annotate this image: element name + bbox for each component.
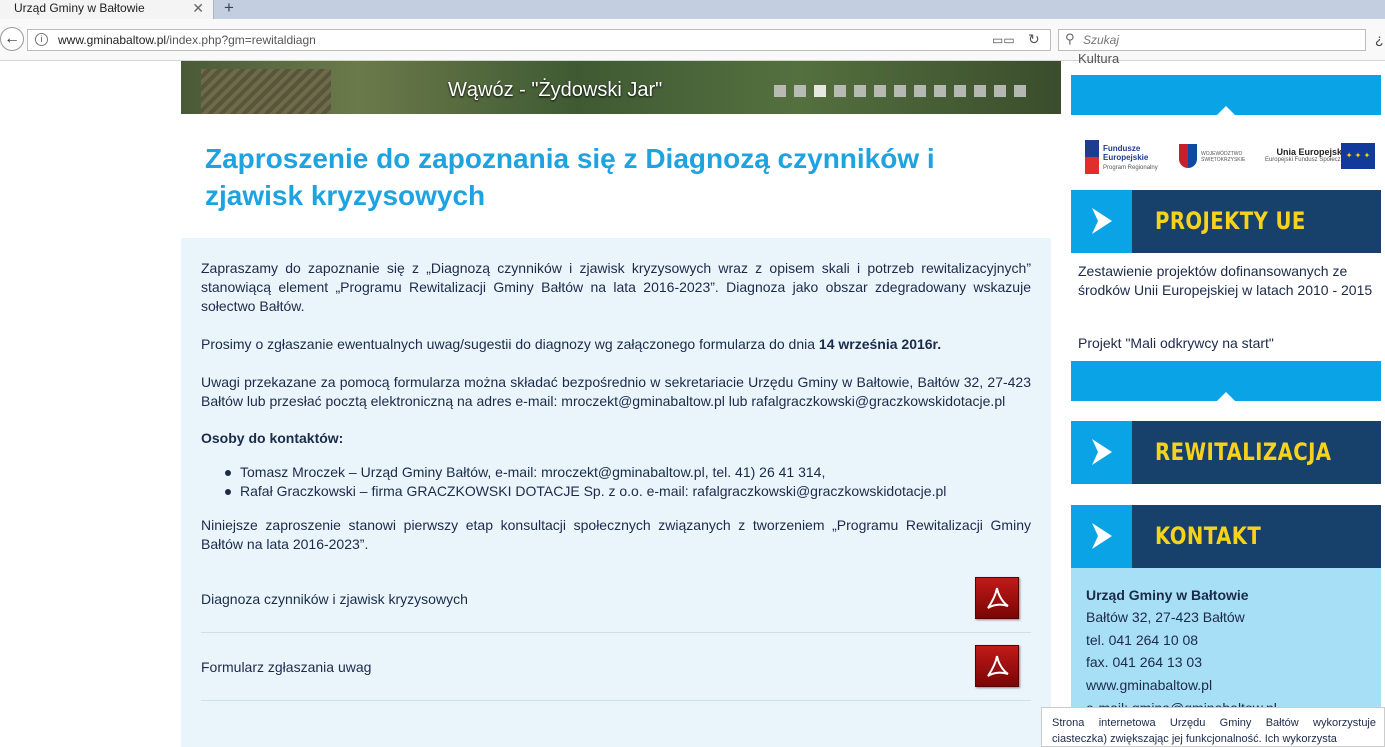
fundusze-title: Fundusze Europejskie bbox=[1103, 144, 1149, 162]
address-bar[interactable]: i www.gminabaltow.pl/index.php?gm=rewita… bbox=[27, 29, 1051, 51]
banner-caption: Wąwóz - "Żydowski Jar" bbox=[448, 79, 663, 101]
browser-tab[interactable]: Urząd Gminy w Bałtowie ✕ bbox=[0, 0, 214, 19]
deadline-date: 14 września 2016r. bbox=[818, 336, 942, 352]
info-icon[interactable]: i bbox=[35, 33, 48, 46]
sidebar-item-kultura[interactable]: Kultura bbox=[1078, 51, 1119, 66]
document-label[interactable]: Diagnoza czynników i zjawisk kryzysowych bbox=[201, 591, 468, 607]
sidebar-heading-label: KONTAKT bbox=[1155, 522, 1262, 550]
url-host: www.gminabaltow.pl bbox=[58, 33, 167, 47]
document-label[interactable]: Formularz zgłaszania uwag bbox=[201, 659, 371, 675]
document-row-formularz[interactable]: Formularz zgłaszania uwag bbox=[201, 633, 1031, 701]
cookie-notice: Strona internetowa Urzędu Gminy Bałtów w… bbox=[1041, 707, 1385, 747]
slide-dot[interactable] bbox=[934, 85, 946, 97]
slide-dot[interactable] bbox=[954, 85, 966, 97]
ue-logo-text: Unia Europejska Europejski Fundusz Społe… bbox=[1257, 147, 1347, 163]
banner-slideshow[interactable]: Wąwóz - "Żydowski Jar" bbox=[181, 61, 1061, 114]
pdf-download-icon[interactable] bbox=[975, 645, 1019, 687]
region-crest-icon bbox=[1179, 144, 1197, 168]
slide-dots bbox=[774, 85, 1026, 97]
sidebar-heading-label: REWITALIZACJA bbox=[1155, 438, 1332, 466]
overflow-icon[interactable]: ¿ bbox=[1375, 31, 1384, 47]
region-name: WOJEWÓDZTWO ŚWIĘTOKRZYSKIE bbox=[1201, 151, 1246, 163]
nav-bar: ← i www.gminabaltow.pl/index.php?gm=rewi… bbox=[0, 19, 1385, 61]
sidebar-heading-kontakt[interactable]: KONTAKT bbox=[1071, 505, 1381, 568]
divider-notch bbox=[1217, 392, 1235, 401]
sidebar-heading-label: PROJEKTY UE bbox=[1155, 207, 1306, 235]
slide-dot[interactable] bbox=[1014, 85, 1026, 97]
url-path: /index.php?gm=rewitaldiagn bbox=[166, 33, 316, 47]
contact-address: Bałtów 32, 27-423 Bałtów bbox=[1086, 609, 1245, 625]
contact-phone: tel. 041 264 10 08 bbox=[1086, 632, 1199, 648]
slide-dot[interactable] bbox=[794, 85, 806, 97]
fundusze-logo-text: Fundusze Europejskie Program Regionalny bbox=[1103, 144, 1158, 173]
slide-dot[interactable] bbox=[974, 85, 986, 97]
eu-logos: Fundusze Europejskie Program Regionalny … bbox=[1071, 132, 1381, 184]
contact-list: Tomasz Mroczek – Urząd Gminy Bałtów, e-m… bbox=[225, 463, 946, 501]
tab-title: Urząd Gminy w Bałtowie bbox=[14, 1, 145, 15]
tab-bar: Urząd Gminy w Bałtowie ✕ + bbox=[0, 0, 1385, 19]
banner-image bbox=[201, 69, 331, 114]
sidebar-heading-rewitalizacja[interactable]: REWITALIZACJA bbox=[1071, 421, 1381, 484]
reload-icon[interactable]: ↻ bbox=[1028, 31, 1040, 48]
new-tab-icon[interactable]: + bbox=[224, 0, 234, 18]
contact-fax: fax. 041 264 13 03 bbox=[1086, 654, 1202, 670]
divider-notch bbox=[1217, 106, 1235, 115]
close-icon[interactable]: ✕ bbox=[192, 0, 204, 17]
list-item: Tomasz Mroczek – Urząd Gminy Bałtów, e-m… bbox=[225, 463, 946, 482]
closing-paragraph: Niniejsze zaproszenie stanowi pierwszy e… bbox=[201, 517, 1031, 552]
ue-title: Unia Europejska bbox=[1276, 147, 1347, 157]
contacts-label: Osoby do kontaktów: bbox=[201, 430, 344, 446]
search-input[interactable]: ⚲ Szukaj bbox=[1058, 29, 1366, 51]
slide-dot[interactable] bbox=[994, 85, 1006, 97]
deadline-text: Prosimy o zgłaszanie ewentualnych uwag/s… bbox=[201, 336, 819, 352]
sidebar-link-mali-odkrywcy[interactable]: Projekt "Mali odkrywcy na start" bbox=[1078, 334, 1378, 353]
contact-website[interactable]: www.gminabaltow.pl bbox=[1086, 677, 1212, 693]
document-row-diagnoza[interactable]: Diagnoza czynników i zjawisk kryzysowych bbox=[201, 565, 1031, 633]
chevron-right-icon bbox=[1071, 190, 1132, 253]
submission-paragraph: Uwagi przekazane za pomocą formularza mo… bbox=[201, 374, 1031, 409]
search-icon: ⚲ bbox=[1065, 31, 1075, 46]
page-title: Zaproszenie do zapoznania się z Diagnozą… bbox=[205, 143, 935, 211]
sidebar-link-zestawienie[interactable]: Zestawienie projektów dofinansowanych ze… bbox=[1078, 262, 1378, 300]
slide-dot[interactable] bbox=[834, 85, 846, 97]
search-placeholder: Szukaj bbox=[1083, 33, 1120, 47]
article-content: Zapraszamy do zapoznanie się z „Diagnozą… bbox=[181, 238, 1051, 747]
slide-dot[interactable] bbox=[814, 85, 826, 97]
slide-dot[interactable] bbox=[874, 85, 886, 97]
pdf-download-icon[interactable] bbox=[975, 577, 1019, 619]
fundusze-logo-icon bbox=[1085, 140, 1099, 174]
slide-dot[interactable] bbox=[894, 85, 906, 97]
chevron-right-icon bbox=[1071, 505, 1132, 568]
slide-dot[interactable] bbox=[914, 85, 926, 97]
slide-dot[interactable] bbox=[854, 85, 866, 97]
deadline-paragraph: Prosimy o zgłaszanie ewentualnych uwag/s… bbox=[201, 335, 1031, 354]
fundusze-subtitle: Program Regionalny bbox=[1103, 165, 1158, 171]
slide-dot[interactable] bbox=[774, 85, 786, 97]
list-item: Rafał Graczkowski – firma GRACZKOWSKI DO… bbox=[225, 482, 946, 501]
eu-flag-icon: ✦ ✦ ✦ bbox=[1341, 143, 1375, 169]
sidebar-heading-projekty[interactable]: PROJEKTY UE bbox=[1071, 190, 1381, 253]
back-arrow-icon[interactable]: ← bbox=[0, 27, 24, 51]
chevron-right-icon bbox=[1071, 421, 1132, 484]
contact-name: Urząd Gminy w Bałtowie bbox=[1086, 587, 1249, 603]
ue-subtitle: Europejski Fundusz Społeczny bbox=[1264, 157, 1347, 163]
intro-paragraph: Zapraszamy do zapoznanie się z „Diagnozą… bbox=[201, 260, 1031, 314]
reader-view-icon[interactable]: ▭▭ bbox=[992, 33, 1015, 47]
